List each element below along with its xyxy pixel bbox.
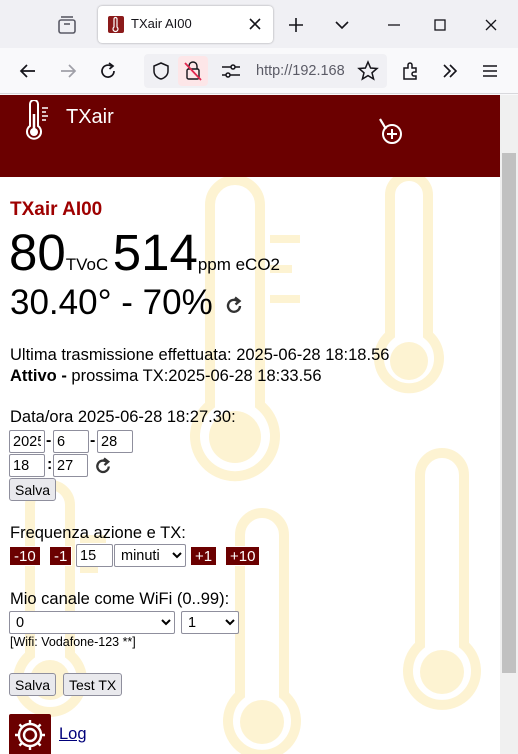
back-icon[interactable] xyxy=(16,59,40,83)
eco2-value: 514 xyxy=(112,224,198,281)
wifi-channel-select[interactable]: 0 xyxy=(9,611,175,634)
tab-title: TXair AI00 xyxy=(131,16,192,31)
time-separator: : xyxy=(47,456,53,473)
year-input[interactable] xyxy=(9,430,45,453)
reload-icon[interactable] xyxy=(96,59,120,83)
page-scrollbar[interactable] xyxy=(500,95,518,754)
air-quality-readout: 80TVoC 514ppm eCO2 xyxy=(9,223,280,282)
minimize-icon[interactable] xyxy=(382,13,406,37)
list-tabs-icon[interactable] xyxy=(330,13,354,37)
wifi-channel-label: Mio canale come WiFi (0..99): xyxy=(10,590,230,608)
favicon-icon xyxy=(108,16,124,33)
page-viewport: TXair TXair AI00 80TVoC 514ppm eCO2 30.4… xyxy=(0,95,500,754)
wifi-note: [Wifi: Vodafone-123 **] xyxy=(10,635,136,649)
active-status: Attivo - xyxy=(10,367,67,385)
temp-humidity-value: 30.40° - 70% xyxy=(10,283,213,322)
plus-10-button[interactable]: +10 xyxy=(225,546,261,566)
shield-icon[interactable] xyxy=(150,60,172,82)
refresh-time-icon[interactable] xyxy=(93,456,114,476)
day-input[interactable] xyxy=(97,430,133,453)
bookmark-star-icon[interactable] xyxy=(356,59,380,83)
temp-humidity-row: 30.40° - 70% xyxy=(10,283,245,323)
nav-bar: http://192.168 xyxy=(0,48,518,94)
tvoc-value: 80 xyxy=(9,224,66,281)
url-bar[interactable]: http://192.168 xyxy=(144,54,387,88)
minus-1-button[interactable]: -1 xyxy=(49,546,73,566)
log-link[interactable]: Log xyxy=(59,725,87,744)
url-text: http://192.168 xyxy=(256,63,345,79)
brand-title: TXair xyxy=(66,106,114,128)
hour-input[interactable] xyxy=(9,454,45,477)
device-name: TXair AI00 xyxy=(10,199,103,220)
overflow-chevrons-icon[interactable] xyxy=(438,59,462,83)
browser-tab[interactable]: TXair AI00 xyxy=(98,6,273,43)
close-window-icon[interactable] xyxy=(479,13,503,37)
save-datetime-button[interactable]: Salva xyxy=(9,478,57,501)
permissions-icon[interactable] xyxy=(220,61,242,81)
refresh-icon[interactable] xyxy=(224,295,245,316)
date-separator: - xyxy=(46,432,52,449)
frequency-label: Frequenza azione e TX: xyxy=(10,524,186,542)
scrollbar-thumb[interactable] xyxy=(502,153,516,673)
tab-strip: TXair AI00 xyxy=(0,0,518,48)
next-tx-text: prossima TX:2025-06-28 18:33.56 xyxy=(66,367,322,385)
test-tx-button[interactable]: Test TX xyxy=(63,673,123,696)
insecure-lock-icon[interactable] xyxy=(178,56,208,86)
tab-overview-icon[interactable] xyxy=(56,14,78,36)
eco2-unit: ppm eCO2 xyxy=(197,255,281,274)
save-wifi-button[interactable]: Salva xyxy=(9,673,57,696)
date-separator: - xyxy=(90,432,96,449)
close-tab-icon[interactable] xyxy=(245,14,265,34)
next-transmission: Attivo - prossima TX:2025-06-28 18:33.56 xyxy=(10,367,322,386)
last-transmission: Ultima trasmissione effettuata: 2025-06-… xyxy=(10,346,390,364)
minus-10-button[interactable]: -10 xyxy=(9,546,41,566)
new-tab-icon[interactable] xyxy=(284,13,308,37)
extensions-icon[interactable] xyxy=(399,59,423,83)
add-device-icon[interactable] xyxy=(377,115,405,145)
tvoc-unit: TVoC xyxy=(65,255,109,274)
minute-input[interactable] xyxy=(53,454,88,477)
maximize-icon[interactable] xyxy=(428,13,452,37)
month-input[interactable] xyxy=(53,430,89,453)
wifi-option-select[interactable]: 1 xyxy=(181,611,239,634)
gear-icon[interactable] xyxy=(9,714,51,754)
forward-icon[interactable] xyxy=(56,59,80,83)
plus-1-button[interactable]: +1 xyxy=(190,546,218,566)
menu-icon[interactable] xyxy=(478,59,502,83)
frequency-unit-select[interactable]: minuti xyxy=(114,544,186,567)
thermometer-icon xyxy=(26,100,48,140)
app-header: TXair xyxy=(0,95,500,177)
datetime-label: Data/ora 2025-06-28 18:27.30: xyxy=(10,408,236,426)
frequency-input[interactable] xyxy=(76,544,113,567)
